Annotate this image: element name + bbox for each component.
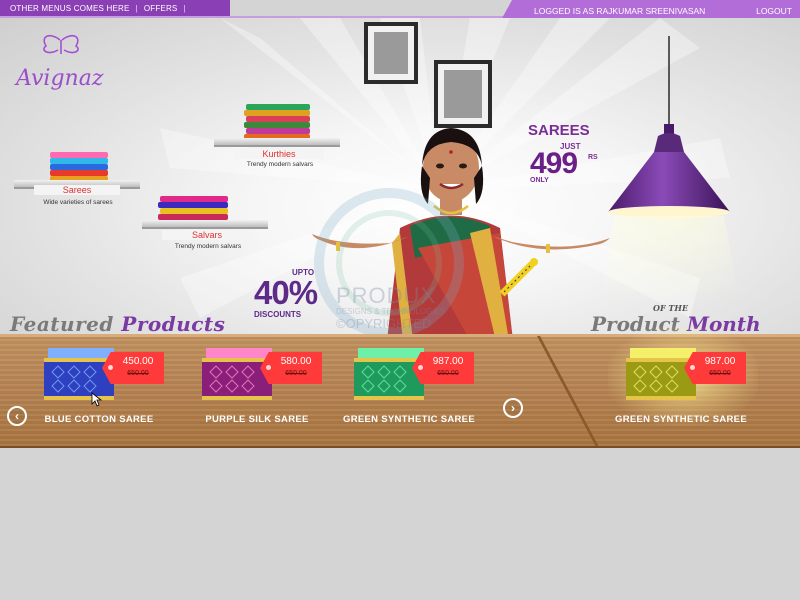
price-tag: 987.00 650.00	[412, 352, 474, 384]
tag-hole	[108, 365, 113, 370]
product-card[interactable]: 450.00 650.00 BLUE COTTON SAREE	[38, 336, 188, 436]
shelf-label-salvars[interactable]: Salvars	[162, 230, 252, 240]
product-card[interactable]: 987.00 650.00 GREEN SYNTHETIC SAREE	[615, 336, 770, 436]
featured-heading-word: Featured	[10, 312, 114, 336]
measuring-tape-icon	[499, 258, 538, 297]
product-price: 580.00	[280, 356, 312, 367]
product-price: 450.00	[122, 356, 154, 367]
product-name[interactable]: PURPLE SILK SAREE	[182, 414, 332, 425]
product-old-price: 650.00	[709, 370, 731, 377]
watermark-brand: PRODUX	[336, 283, 437, 308]
carousel-next-button[interactable]: ›	[503, 398, 523, 418]
product-price: 987.00	[432, 356, 464, 367]
tag-hole	[266, 365, 271, 370]
other-menus-link[interactable]: OTHER MENUS COMES HERE	[10, 4, 130, 13]
tag-hole	[690, 365, 695, 370]
logged-in-text: LOGGED IS AS RAJKUMAR SREENIVASAN	[534, 6, 706, 16]
watermark: PRODUX DESIGNS & TECHNOLOGIES ©OPYRIGHTE…	[336, 283, 445, 331]
price-tag: 987.00 650.00	[684, 352, 746, 384]
watermark-copyright: ©OPYRIGHTED	[336, 315, 432, 331]
lamp-decoration	[600, 36, 740, 306]
product-old-price: 650.00	[127, 370, 149, 377]
product-price: 987.00	[704, 356, 736, 367]
product-card[interactable]: 987.00 650.00 GREEN SYNTHETIC SAREE	[343, 336, 498, 436]
menu-separator: |	[183, 3, 186, 13]
promo-currency: RS	[588, 154, 598, 161]
promo-price: 499	[530, 147, 578, 180]
chevron-right-icon: ›	[511, 401, 515, 415]
logo-text[interactable]: Avignaz	[16, 66, 103, 91]
picture-frame	[364, 22, 418, 84]
product-name[interactable]: BLUE COTTON SAREE	[24, 414, 174, 425]
shelf-subtitle: Trendy modern salvars	[174, 243, 242, 250]
top-menu-bar: OTHER MENUS COMES HERE | OFFERS |	[0, 0, 230, 16]
products-heading-word: Products	[121, 312, 226, 336]
promo-only: ONLY	[530, 177, 549, 184]
mouse-cursor-icon	[91, 392, 103, 407]
product-name[interactable]: GREEN SYNTHETIC SAREE	[606, 414, 756, 425]
chevron-left-icon: ‹	[15, 409, 19, 423]
product-name[interactable]: GREEN SYNTHETIC SAREE	[334, 414, 484, 425]
shelf-subtitle: Wide varieties of sarees	[43, 199, 113, 206]
promo-title: SAREES	[528, 122, 590, 139]
hero-banner: Avignaz Kurthies Trendy modern salvars S…	[0, 18, 800, 340]
carousel-prev-button[interactable]: ‹	[7, 406, 27, 426]
price-tag: 580.00 650.00	[260, 352, 322, 384]
price-tag: 450.00 650.00	[102, 352, 164, 384]
table-bottom-edge	[0, 446, 800, 448]
product-old-price: 650.00	[285, 370, 307, 377]
page: OTHER MENUS COMES HERE | OFFERS | LOGGED…	[0, 0, 800, 600]
product-card[interactable]: 580.00 650.00 PURPLE SILK SAREE	[196, 336, 346, 436]
product-old-price: 650.00	[437, 370, 459, 377]
tag-hole	[418, 365, 423, 370]
discount-label: DISCOUNTS	[254, 310, 302, 319]
logout-link[interactable]: LOGOUT	[756, 6, 792, 16]
shelf-label-sarees[interactable]: Sarees	[34, 185, 120, 195]
offers-link[interactable]: OFFERS	[144, 4, 178, 13]
menu-separator: |	[135, 3, 138, 13]
featured-products-heading: Featured Products	[10, 312, 225, 336]
